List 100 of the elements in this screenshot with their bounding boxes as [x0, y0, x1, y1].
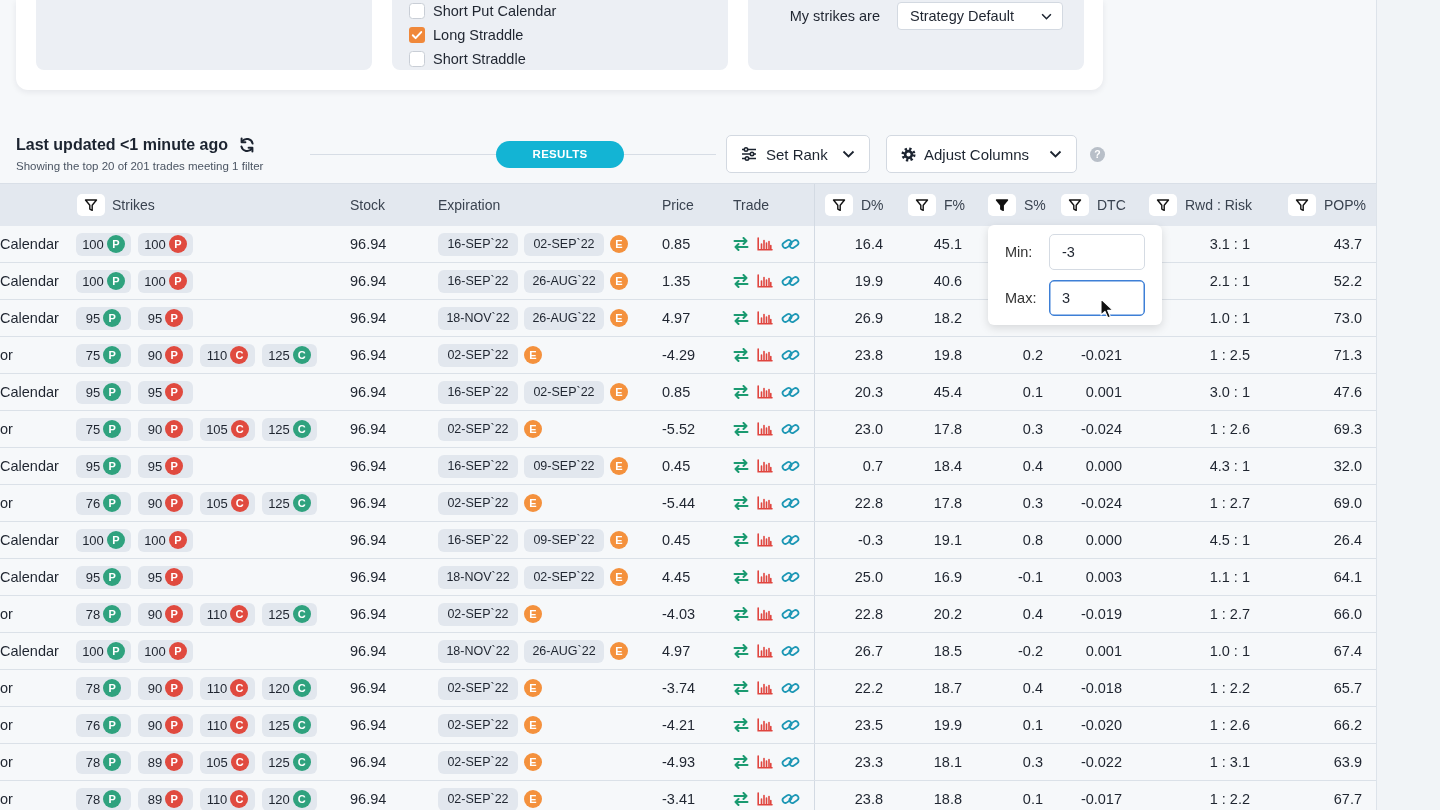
- link-icon[interactable]: [781, 496, 800, 510]
- swap-arrows-icon[interactable]: [733, 533, 749, 547]
- bar-chart-icon[interactable]: [757, 496, 773, 510]
- option-type-badge: P: [103, 790, 122, 808]
- table-cell: 96.94: [350, 458, 387, 474]
- link-icon[interactable]: [781, 755, 800, 769]
- bar-chart-icon[interactable]: [757, 607, 773, 621]
- bar-chart-icon[interactable]: [757, 422, 773, 436]
- set-rank-button[interactable]: Set Rank: [726, 135, 870, 173]
- swap-arrows-icon[interactable]: [733, 237, 749, 251]
- link-icon[interactable]: [781, 237, 800, 251]
- swap-arrows-icon[interactable]: [733, 792, 749, 806]
- filter-button[interactable]: [908, 194, 936, 216]
- strike-value: 89: [147, 754, 163, 770]
- bar-chart-icon[interactable]: [757, 644, 773, 658]
- column-header: Trade: [733, 197, 770, 213]
- filter-value-field[interactable]: -3: [1049, 234, 1145, 270]
- option-type-badge: C: [292, 716, 311, 734]
- table-cell: -4.93: [662, 754, 696, 770]
- filter-value-field[interactable]: 3: [1049, 280, 1145, 316]
- table-cell: Calendar: [0, 458, 59, 474]
- swap-arrows-icon[interactable]: [733, 755, 749, 769]
- bar-chart-icon[interactable]: [757, 755, 773, 769]
- link-icon[interactable]: [781, 644, 800, 658]
- swap-arrows-icon[interactable]: [733, 644, 749, 658]
- link-icon[interactable]: [781, 274, 800, 288]
- swap-arrows-icon[interactable]: [733, 681, 749, 695]
- swap-arrows-icon[interactable]: [733, 496, 749, 510]
- swap-arrows-icon[interactable]: [733, 274, 749, 288]
- column-header: Stock: [350, 197, 385, 213]
- swap-arrows-icon[interactable]: [733, 607, 749, 621]
- option-type-badge: C: [230, 753, 249, 771]
- refresh-icon[interactable]: [239, 137, 256, 153]
- table-cell: 1 : 3.1: [1209, 754, 1250, 770]
- filter-button[interactable]: [1288, 194, 1316, 216]
- option-type-badge: P: [165, 420, 184, 438]
- link-icon[interactable]: [781, 570, 800, 584]
- table-cell: 19.1: [933, 532, 962, 548]
- bar-chart-icon[interactable]: [757, 311, 773, 325]
- swap-arrows-icon[interactable]: [733, 718, 749, 732]
- bar-chart-icon[interactable]: [757, 718, 773, 732]
- column-header: S%: [1024, 197, 1046, 213]
- filter-button[interactable]: [77, 194, 105, 216]
- bar-chart-icon[interactable]: [757, 274, 773, 288]
- link-icon[interactable]: [781, 385, 800, 399]
- expiration-date-tag: 16-SEP`22: [438, 454, 518, 478]
- option-type-badge: C: [230, 494, 249, 512]
- bar-chart-icon[interactable]: [757, 237, 773, 251]
- swap-arrows-icon[interactable]: [733, 422, 749, 436]
- filter-button[interactable]: [825, 194, 853, 216]
- link-icon[interactable]: [781, 607, 800, 621]
- strike-value: 89: [147, 791, 163, 807]
- option-type-badge: C: [292, 494, 311, 512]
- checkbox[interactable]: [409, 27, 425, 43]
- section-tag: RESULTS: [496, 140, 624, 168]
- link-icon[interactable]: [781, 792, 800, 806]
- strike-value: 110: [206, 606, 228, 622]
- swap-arrows-icon[interactable]: [733, 311, 749, 325]
- table-cell: -0.019: [1080, 606, 1122, 622]
- link-icon[interactable]: [781, 311, 800, 325]
- bar-chart-icon[interactable]: [757, 459, 773, 473]
- table-cell: or: [0, 680, 13, 696]
- table-cell: 66.0: [1333, 606, 1362, 622]
- earnings-badge: E: [524, 716, 542, 734]
- link-icon[interactable]: [781, 348, 800, 362]
- table-cell: 32.0: [1333, 458, 1362, 474]
- option-type-badge: P: [106, 235, 125, 253]
- table-cell: 16.4: [854, 236, 883, 252]
- expiration-date-tag: 18-NOV`22: [438, 306, 518, 330]
- filter-button[interactable]: [1061, 194, 1089, 216]
- bar-chart-icon[interactable]: [757, 570, 773, 584]
- adjust-columns-button[interactable]: Adjust Columns: [886, 135, 1077, 173]
- bar-chart-icon[interactable]: [757, 681, 773, 695]
- link-icon[interactable]: [781, 718, 800, 732]
- bar-chart-icon[interactable]: [757, 792, 773, 806]
- table-cell: 20.2: [933, 606, 962, 622]
- filter-button[interactable]: [988, 194, 1016, 216]
- swap-arrows-icon[interactable]: [733, 385, 749, 399]
- swap-arrows-icon[interactable]: [733, 570, 749, 584]
- strikes-select[interactable]: Strategy Default: [897, 2, 1063, 30]
- link-icon[interactable]: [781, 533, 800, 547]
- strike-value: 100: [82, 273, 104, 289]
- link-icon[interactable]: [781, 459, 800, 473]
- link-icon[interactable]: [781, 422, 800, 436]
- chevron-down-icon: [1041, 12, 1052, 20]
- table-cell: -4.21: [662, 717, 696, 733]
- option-type-badge: C: [230, 679, 249, 697]
- bar-chart-icon[interactable]: [757, 533, 773, 547]
- bar-chart-icon[interactable]: [757, 385, 773, 399]
- table-cell: 69.0: [1333, 495, 1362, 511]
- swap-arrows-icon[interactable]: [733, 348, 749, 362]
- strike-value: 90: [147, 421, 163, 437]
- strike-value: 125: [268, 421, 290, 437]
- chevron-down-icon: [842, 150, 855, 158]
- link-icon[interactable]: [781, 681, 800, 695]
- checkbox[interactable]: [409, 3, 425, 19]
- filter-button[interactable]: [1149, 194, 1177, 216]
- bar-chart-icon[interactable]: [757, 348, 773, 362]
- swap-arrows-icon[interactable]: [733, 459, 749, 473]
- checkbox[interactable]: [409, 51, 425, 67]
